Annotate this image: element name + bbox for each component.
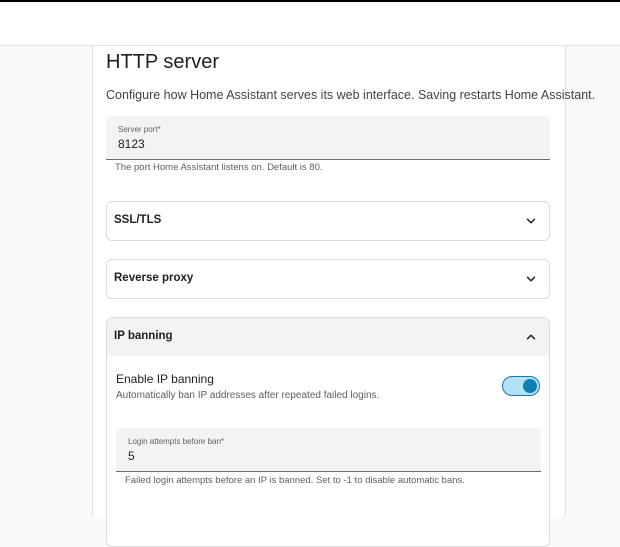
ssl-tls-header[interactable]: SSL/TLS <box>107 202 549 240</box>
reverse-proxy-title: Reverse proxy <box>114 272 194 284</box>
enable-ip-banning-toggle[interactable] <box>502 376 540 396</box>
ssl-tls-panel: SSL/TLS <box>106 201 550 241</box>
page-description: Configure how Home Assistant serves its … <box>106 88 596 102</box>
server-port-helper: The port Home Assistant listens on. Defa… <box>115 162 323 173</box>
reverse-proxy-header[interactable]: Reverse proxy <box>107 260 549 298</box>
server-port-field[interactable]: Server port* 8123 <box>106 116 550 160</box>
chevron-down-icon <box>526 218 536 224</box>
chevron-up-icon <box>526 334 536 340</box>
ip-banning-header[interactable]: IP banning <box>107 318 549 356</box>
enable-ip-banning-label: Enable IP banning <box>116 372 214 386</box>
ip-banning-title: IP banning <box>114 330 173 342</box>
enable-ip-banning-description: Automatically ban IP addresses after rep… <box>116 390 380 401</box>
page-title: HTTP server <box>106 51 219 73</box>
reverse-proxy-panel: Reverse proxy <box>106 259 550 299</box>
server-port-input[interactable]: 8123 <box>118 137 145 151</box>
server-port-label: Server port* <box>118 125 161 134</box>
login-attempts-label: Login attempts before ban* <box>128 437 225 446</box>
login-attempts-field[interactable]: Login attempts before ban* 5 <box>116 428 541 472</box>
toggle-thumb <box>523 379 537 393</box>
chevron-down-icon <box>526 276 536 282</box>
login-attempts-input[interactable]: 5 <box>128 449 135 463</box>
ip-banning-panel: IP banning Enable IP banning Automatical… <box>106 317 550 547</box>
login-attempts-helper: Failed login attempts before an IP is ba… <box>125 475 465 486</box>
http-server-card: HTTP server Configure how Home Assistant… <box>92 46 595 547</box>
ssl-tls-title: SSL/TLS <box>114 214 162 226</box>
app-header <box>0 2 620 46</box>
